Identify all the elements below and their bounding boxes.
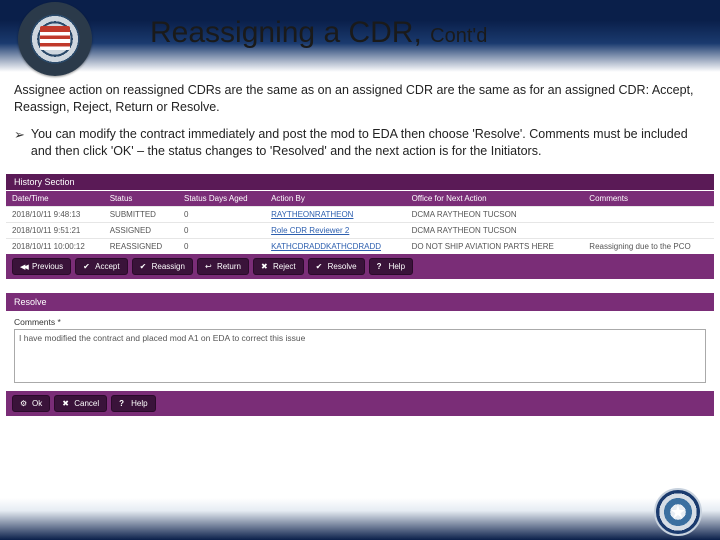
check-icon xyxy=(83,262,91,270)
history-table: Date/Time Status Status Days Aged Action… xyxy=(6,190,714,254)
previous-button[interactable]: Previous xyxy=(12,258,71,275)
history-header-row: Date/Time Status Status Days Aged Action… xyxy=(6,190,714,206)
cell-dt: 2018/10/11 9:48:13 xyxy=(6,206,104,222)
cell-status: ASSIGNED xyxy=(104,222,178,238)
btn-label: Previous xyxy=(32,262,63,271)
btn-label: Help xyxy=(389,262,405,271)
confirm-button-row: Ok Cancel Help xyxy=(6,391,714,416)
bullet-arrow-icon: ➢ xyxy=(14,126,25,160)
col-office: Office for Next Action xyxy=(406,190,584,206)
cell-aged: 0 xyxy=(178,222,265,238)
title-sub: Cont'd xyxy=(430,25,487,47)
btn-label: Reassign xyxy=(152,262,185,271)
cell-status: REASSIGNED xyxy=(104,238,178,254)
col-status: Status xyxy=(104,190,178,206)
comments-block: Comments * xyxy=(6,311,714,391)
cell-aged: 0 xyxy=(178,206,265,222)
resolve-panel-header: Resolve xyxy=(6,293,714,311)
cell-office: DCMA RAYTHEON TUCSON xyxy=(406,206,584,222)
bullet-item: ➢ You can modify the contract immediatel… xyxy=(14,126,706,160)
table-row: 2018/10/11 10:00:12 REASSIGNED 0 KATHCDR… xyxy=(6,238,714,254)
cell-dt: 2018/10/11 9:51:21 xyxy=(6,222,104,238)
reject-button[interactable]: Reject xyxy=(253,258,304,275)
cell-actionby-link[interactable]: Role CDR Reviewer 2 xyxy=(265,222,405,238)
return-button[interactable]: Return xyxy=(197,258,249,275)
help-button-2[interactable]: Help xyxy=(111,395,155,412)
body-text: Assignee action on reassigned CDRs are t… xyxy=(0,72,720,174)
action-button-row: Previous Accept Reassign Return Reject R… xyxy=(6,254,714,279)
page-title: Reassigning a CDR, Cont'd xyxy=(150,16,487,50)
ok-button[interactable]: Ok xyxy=(12,395,50,412)
x-icon xyxy=(62,399,70,407)
btn-label: Help xyxy=(131,399,147,408)
cell-office: DO NOT SHIP AVIATION PARTS HERE xyxy=(406,238,584,254)
cell-office: DCMA RAYTHEON TUCSON xyxy=(406,222,584,238)
chevron-left-icon xyxy=(20,262,28,270)
btn-label: Ok xyxy=(32,399,42,408)
help-icon xyxy=(119,399,127,407)
btn-label: Accept xyxy=(95,262,119,271)
resolve-button[interactable]: Resolve xyxy=(308,258,365,275)
col-aged: Status Days Aged xyxy=(178,190,265,206)
help-icon xyxy=(377,262,385,270)
bullet-text: You can modify the contract immediately … xyxy=(31,126,706,160)
reassign-button[interactable]: Reassign xyxy=(132,258,193,275)
comments-label: Comments * xyxy=(14,317,706,327)
slide-header: Reassigning a CDR, Cont'd xyxy=(0,0,720,72)
gear-icon xyxy=(20,399,28,407)
history-section-header: History Section xyxy=(6,174,714,190)
title-main: Reassigning a CDR, xyxy=(150,16,422,49)
cell-aged: 0 xyxy=(178,238,265,254)
btn-label: Reject xyxy=(273,262,296,271)
comments-textarea[interactable] xyxy=(14,329,706,383)
col-comments: Comments xyxy=(583,190,714,206)
cell-comments: Reassigning due to the PCO xyxy=(583,238,714,254)
return-icon xyxy=(205,262,213,270)
col-datetime: Date/Time xyxy=(6,190,104,206)
table-row: 2018/10/11 9:48:13 SUBMITTED 0 RAYTHEONR… xyxy=(6,206,714,222)
btn-label: Cancel xyxy=(74,399,99,408)
cell-comments xyxy=(583,222,714,238)
cancel-button[interactable]: Cancel xyxy=(54,395,107,412)
cell-comments xyxy=(583,206,714,222)
check-icon xyxy=(140,262,148,270)
btn-label: Return xyxy=(217,262,241,271)
cell-status: SUBMITTED xyxy=(104,206,178,222)
help-button[interactable]: Help xyxy=(369,258,413,275)
table-row: 2018/10/11 9:51:21 ASSIGNED 0 Role CDR R… xyxy=(6,222,714,238)
cell-dt: 2018/10/11 10:00:12 xyxy=(6,238,104,254)
cell-actionby-link[interactable]: KATHCDRADDKATHCDRADD xyxy=(265,238,405,254)
footer-bar xyxy=(0,498,720,540)
check-icon xyxy=(316,262,324,270)
btn-label: Resolve xyxy=(328,262,357,271)
agency-seal-icon xyxy=(18,2,92,76)
dod-seal-icon xyxy=(654,488,702,536)
x-icon xyxy=(261,262,269,270)
app-screenshot: History Section Date/Time Status Status … xyxy=(6,174,714,416)
cell-actionby-link[interactable]: RAYTHEONRATHEON xyxy=(265,206,405,222)
col-actionby: Action By xyxy=(265,190,405,206)
accept-button[interactable]: Accept xyxy=(75,258,127,275)
intro-paragraph: Assignee action on reassigned CDRs are t… xyxy=(14,82,706,116)
